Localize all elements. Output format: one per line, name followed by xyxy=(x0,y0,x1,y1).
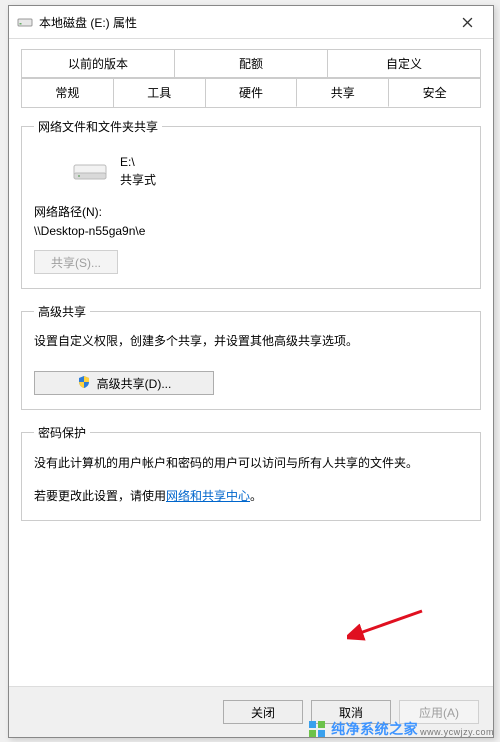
drive-state: 共享式 xyxy=(120,171,156,189)
window-title: 本地磁盘 (E:) 属性 xyxy=(39,14,445,31)
advanced-share-button[interactable]: 高级共享(D)... xyxy=(34,371,214,395)
password-text-2: 若要更改此设置，请使用网络和共享中心。 xyxy=(34,486,468,506)
network-sharing-center-link[interactable]: 网络和共享中心 xyxy=(166,489,250,503)
shield-icon xyxy=(77,375,91,392)
tab-quota[interactable]: 配额 xyxy=(174,49,328,78)
password-text-2-pre: 若要更改此设置，请使用 xyxy=(34,489,166,503)
tab-row-1: 以前的版本 配额 自定义 xyxy=(21,49,481,79)
red-arrow-annotation xyxy=(347,606,427,646)
group-advanced-share-legend: 高级共享 xyxy=(34,303,90,320)
tab-sharing[interactable]: 共享 xyxy=(296,78,389,107)
watermark-brand: 纯净系统之家 xyxy=(331,719,418,739)
tab-previous-versions[interactable]: 以前的版本 xyxy=(21,49,175,78)
titlebar: 本地磁盘 (E:) 属性 xyxy=(9,6,493,39)
network-path-value: \\Desktop-n55ga9n\e xyxy=(34,224,468,238)
tab-security[interactable]: 安全 xyxy=(388,78,481,107)
tab-general[interactable]: 常规 xyxy=(21,78,114,107)
watermark-logo-icon xyxy=(307,719,327,739)
group-password-legend: 密码保护 xyxy=(34,424,90,441)
tab-hardware[interactable]: 硬件 xyxy=(205,78,298,107)
group-advanced-share: 高级共享 设置自定义权限，创建多个共享，并设置其他高级共享选项。 高级共享(D)… xyxy=(21,303,481,410)
tab-customize[interactable]: 自定义 xyxy=(327,49,481,78)
network-path-label: 网络路径(N): xyxy=(34,203,468,220)
group-password: 密码保护 没有此计算机的用户帐户和密码的用户可以访问与所有人共享的文件夹。 若要… xyxy=(21,424,481,521)
drive-icon xyxy=(17,14,33,30)
password-text-2-post: 。 xyxy=(250,489,262,503)
tabs: 以前的版本 配额 自定义 常规 工具 硬件 共享 安全 xyxy=(9,39,493,108)
group-network-share-legend: 网络文件和文件夹共享 xyxy=(34,118,162,135)
advanced-share-text: 设置自定义权限，创建多个共享，并设置其他高级共享选项。 xyxy=(34,332,468,351)
tab-content: 网络文件和文件夹共享 E:\ 共享式 网络路径(N): \\Desktop-n5… xyxy=(9,108,493,521)
share-button[interactable]: 共享(S)... xyxy=(34,250,118,274)
close-dialog-button[interactable]: 关闭 xyxy=(223,700,303,724)
drive-path: E:\ xyxy=(120,153,156,171)
tab-row-2: 常规 工具 硬件 共享 安全 xyxy=(21,78,481,108)
drive-large-icon xyxy=(72,159,108,183)
tab-tools[interactable]: 工具 xyxy=(113,78,206,107)
watermark-url: www.ycwjzy.com xyxy=(420,727,494,737)
close-button[interactable] xyxy=(445,7,489,37)
watermark: 纯净系统之家 www.ycwjzy.com xyxy=(307,719,494,739)
password-text-1: 没有此计算机的用户帐户和密码的用户可以访问与所有人共享的文件夹。 xyxy=(34,453,468,473)
group-network-share: 网络文件和文件夹共享 E:\ 共享式 网络路径(N): \\Desktop-n5… xyxy=(21,118,481,289)
advanced-share-button-label: 高级共享(D)... xyxy=(97,375,172,392)
properties-dialog: 本地磁盘 (E:) 属性 以前的版本 配额 自定义 常规 工具 硬件 共享 安全… xyxy=(8,5,494,738)
